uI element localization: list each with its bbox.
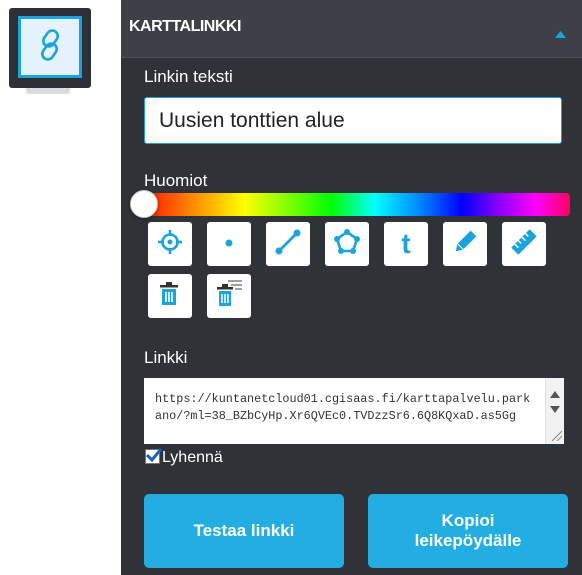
color-slider-track[interactable]: [136, 193, 570, 216]
ruler-icon: [510, 228, 538, 261]
link-icon: [32, 27, 68, 68]
link-label: Linkki: [144, 348, 188, 367]
crosshair-tool-button[interactable]: [148, 222, 192, 266]
color-slider-handle[interactable]: [130, 190, 158, 218]
delete-tool-button[interactable]: [148, 274, 192, 318]
chevron-up-icon[interactable]: [555, 25, 566, 43]
link-url-text: https://kuntanetcloud01.cgisaas.fi/kartt…: [155, 392, 531, 423]
checkmark-icon: [145, 446, 163, 469]
trash-list-icon: [215, 279, 243, 314]
notes-label: Huomiot: [144, 171, 208, 190]
pencil-icon: [451, 228, 479, 261]
point-icon: [216, 229, 242, 260]
shorten-label: Lyhennä: [162, 449, 223, 466]
map-link-tool-inner: [18, 16, 82, 78]
panel-title: KARTTALINKKI: [129, 18, 241, 35]
text-icon: t: [401, 228, 411, 259]
toolbar-stub: [26, 88, 70, 94]
pencil-tool-button[interactable]: [443, 222, 487, 266]
map-link-tool-button[interactable]: [9, 8, 91, 88]
textarea-scrollbar[interactable]: [545, 378, 564, 444]
crosshair-icon: [157, 229, 183, 260]
ruler-tool-button[interactable]: [502, 222, 546, 266]
point-tool-button[interactable]: [207, 222, 251, 266]
scroll-down-arrow-icon[interactable]: [550, 400, 560, 418]
panel-header[interactable]: KARTTALINKKI: [121, 0, 582, 58]
test-link-button-label: Testaa linkki: [193, 521, 295, 540]
test-link-button[interactable]: Testaa linkki: [144, 494, 344, 568]
resize-handle-icon[interactable]: [550, 428, 563, 444]
map-link-panel: KARTTALINKKI Linkin teksti Huomiot t: [121, 0, 582, 575]
copy-button-line2: leikepöydälle: [414, 531, 522, 550]
line-tool-button[interactable]: [266, 222, 310, 266]
shorten-checkbox[interactable]: [145, 448, 163, 464]
link-text-input[interactable]: [144, 97, 562, 144]
copy-to-clipboard-button[interactable]: Kopioi leikepöydälle: [368, 494, 568, 568]
polygon-tool-button[interactable]: [325, 222, 369, 266]
text-tool-button[interactable]: t: [384, 222, 428, 266]
link-url-textarea[interactable]: https://kuntanetcloud01.cgisaas.fi/kartt…: [144, 378, 564, 444]
line-icon: [274, 228, 302, 261]
delete-all-tool-button[interactable]: [207, 274, 251, 318]
polygon-icon: [333, 228, 361, 261]
copy-button-line1: Kopioi: [441, 511, 495, 530]
link-text-label: Linkin teksti: [144, 67, 233, 86]
trash-icon: [156, 279, 184, 314]
